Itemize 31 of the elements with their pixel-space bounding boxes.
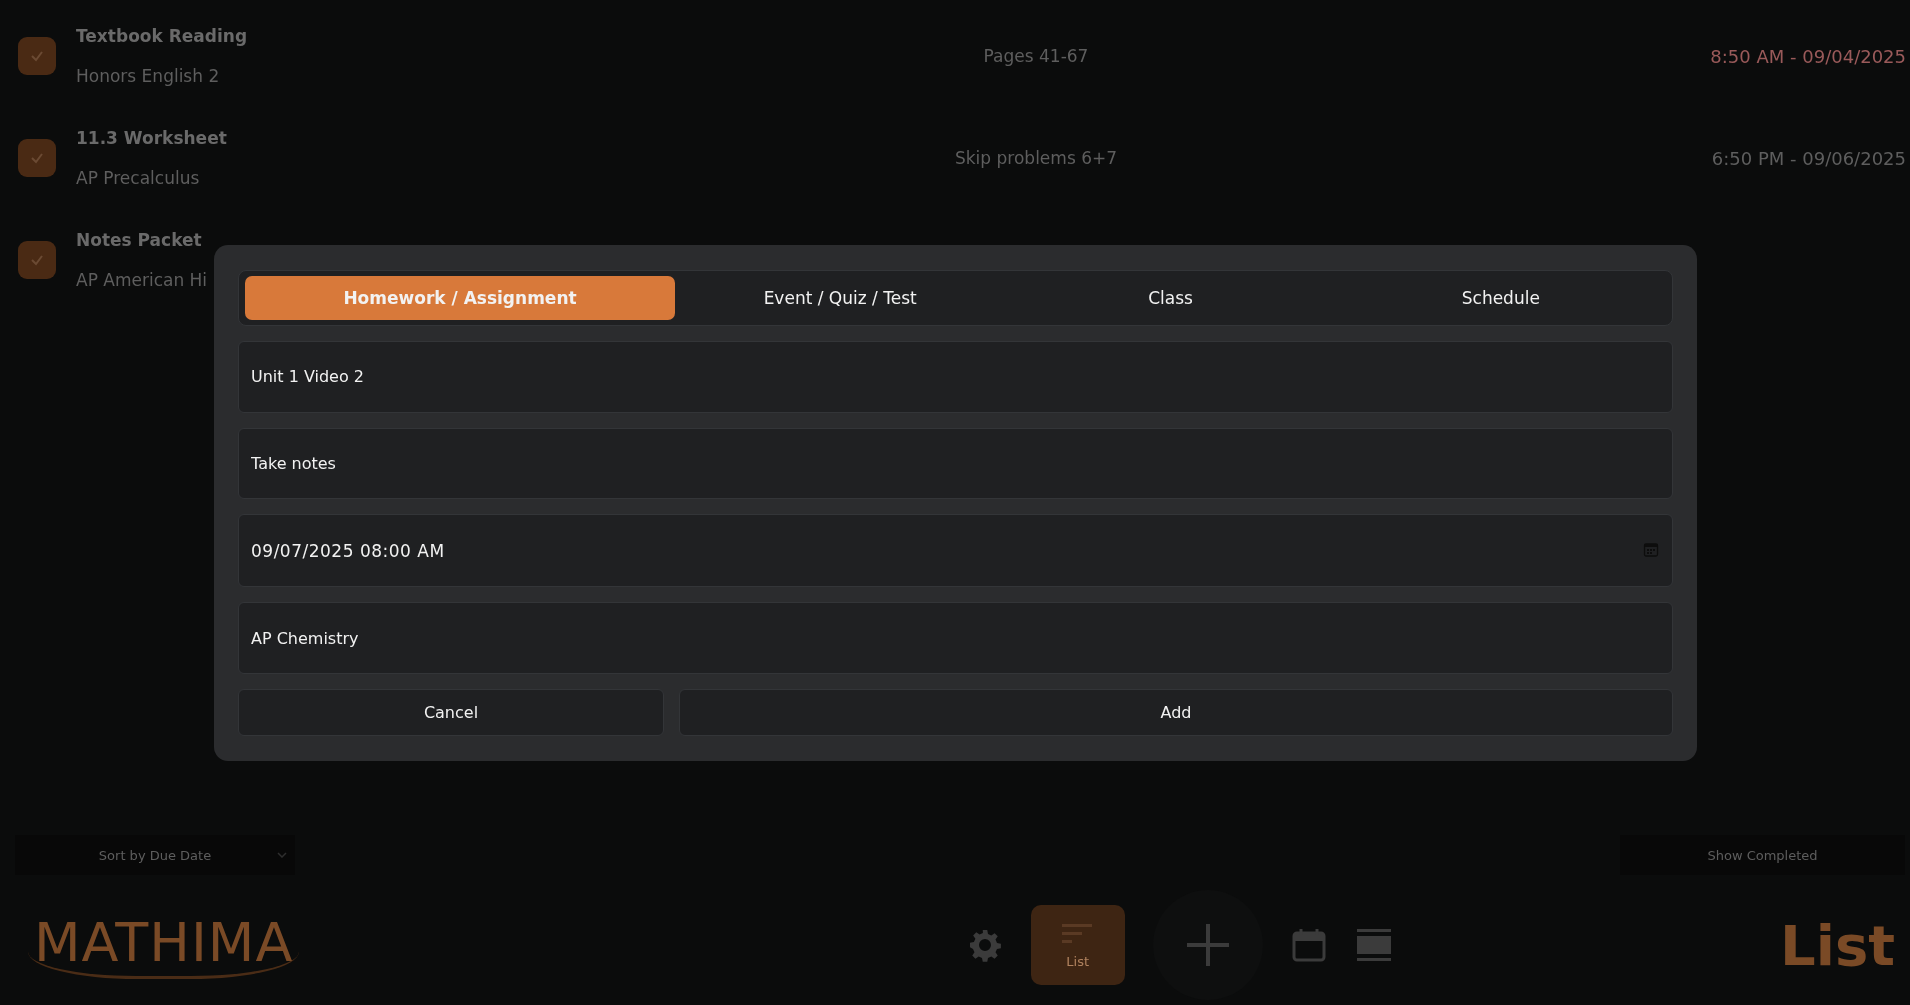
task-title: Notes Packet xyxy=(76,230,203,250)
text-field[interactable]: Unit 1 Video 2 xyxy=(238,340,1673,413)
task-course: AP American Hi xyxy=(76,270,209,290)
check-icon xyxy=(30,253,44,267)
type-tab[interactable]: Event / Quiz / Test xyxy=(675,276,1006,320)
task-note: Skip problems 6+7 xyxy=(955,148,1117,168)
task-note: Pages 41-67 xyxy=(983,46,1089,66)
logo: MATHIMA xyxy=(28,911,300,979)
text-field[interactable]: Take notes xyxy=(238,427,1673,500)
task-title: Textbook Reading xyxy=(76,26,249,46)
caret-icon xyxy=(277,852,287,858)
check-icon xyxy=(30,151,44,165)
task-due-date: 6:50 PM - 09/06/2025 xyxy=(1711,147,1906,169)
page-title: List xyxy=(1780,912,1895,978)
date-time-field[interactable]: 09/07/2025 08:00 AM xyxy=(238,514,1673,588)
checkbox[interactable] xyxy=(18,241,56,279)
text-field[interactable]: AP Chemistry xyxy=(238,602,1673,674)
schedule-button[interactable] xyxy=(1354,927,1393,963)
calendar-button[interactable] xyxy=(1290,927,1327,963)
task-course: Honors English 2 xyxy=(76,66,221,86)
cancel-button[interactable]: Cancel xyxy=(238,689,664,736)
task-course: AP Precalculus xyxy=(76,168,201,188)
add-button[interactable]: Add xyxy=(679,689,1673,736)
checkbox[interactable] xyxy=(18,139,56,177)
type-tab[interactable]: Class xyxy=(1005,276,1336,320)
check-icon xyxy=(30,49,44,63)
checkbox[interactable] xyxy=(18,37,56,75)
list-tab[interactable]: List xyxy=(1030,905,1125,985)
task-title: 11.3 Worksheet xyxy=(76,128,228,148)
task-due-date: 8:50 AM - 09/04/2025 xyxy=(1710,45,1906,67)
type-tab[interactable]: Schedule xyxy=(1335,276,1666,320)
